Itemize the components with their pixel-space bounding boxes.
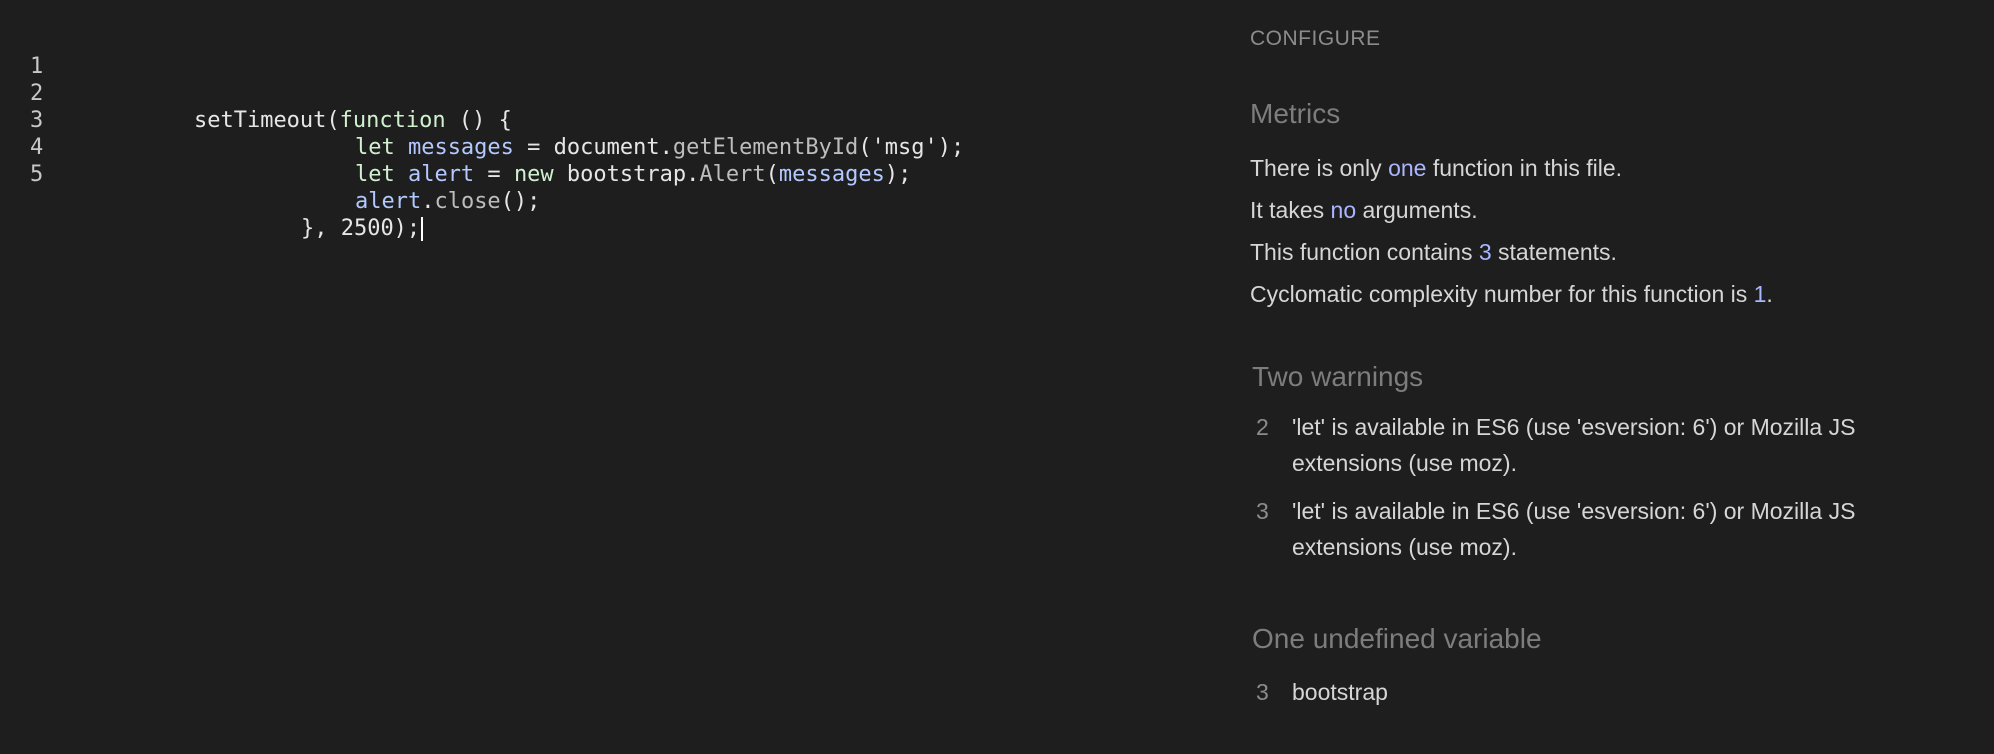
code-token: . xyxy=(421,189,435,214)
code-token: ); xyxy=(884,162,912,187)
code-token: close xyxy=(434,189,501,214)
code-line-2[interactable]: 2 let messages = document.getElementById… xyxy=(0,53,964,160)
warning-text: 'let' is available in ES6 (use 'esversio… xyxy=(1292,414,1856,476)
code-line-1[interactable]: 1 setTimeout(function () { xyxy=(0,26,512,133)
code-line-3[interactable]: 3 let alert = new bootstrap.Alert(messag… xyxy=(0,80,911,187)
code-text: }, 2500); xyxy=(195,188,424,269)
metric-cyclomatic: Cyclomatic complexity number for this fu… xyxy=(1250,281,1773,308)
code-token: }, 2500); xyxy=(300,216,421,241)
code-line-4[interactable]: 4 alert.close(); xyxy=(0,107,540,214)
warnings-title: Two warnings xyxy=(1252,361,1424,392)
metric-value: one xyxy=(1388,155,1427,181)
code-token: ( xyxy=(765,162,779,187)
metric-arguments: It takes no arguments. xyxy=(1250,197,1478,224)
metric-text: function in this file. xyxy=(1426,155,1623,181)
line-number: 5 xyxy=(30,162,44,187)
undefined-line-link[interactable]: 3 xyxy=(1256,674,1269,710)
code-editor[interactable]: 1 setTimeout(function () { 2 let message… xyxy=(0,0,1220,754)
metric-text: There is only xyxy=(1250,155,1389,181)
metric-value: 1 xyxy=(1753,281,1767,307)
metric-text: Cyclomatic complexity number for this fu… xyxy=(1250,281,1754,307)
code-line-5[interactable]: 5 }, 2500); xyxy=(0,134,424,241)
code-token: Alert xyxy=(699,162,766,187)
code-token: messages xyxy=(778,162,885,187)
metric-text: . xyxy=(1766,281,1773,307)
text-cursor xyxy=(421,217,424,241)
code-token: (); xyxy=(500,189,541,214)
configure-link[interactable]: CONFIGURE xyxy=(1250,27,1381,51)
metric-value: 3 xyxy=(1478,239,1492,265)
metric-text: This function contains xyxy=(1250,239,1479,265)
warning-line-link[interactable]: 3 xyxy=(1256,493,1269,529)
undefined-variable-name: bootstrap xyxy=(1292,679,1388,705)
warning-line-link[interactable]: 2 xyxy=(1256,409,1269,445)
warning-text: 'let' is available in ES6 (use 'esversio… xyxy=(1292,498,1856,560)
metric-text: arguments. xyxy=(1356,197,1478,223)
report-panel: CONFIGURE Metrics There is only one func… xyxy=(1250,0,1970,754)
metric-text: statements. xyxy=(1491,239,1617,265)
metric-statements: This function contains 3 statements. xyxy=(1250,239,1617,266)
undefined-title: One undefined variable xyxy=(1252,623,1542,654)
metrics-title: Metrics xyxy=(1250,98,1341,129)
metric-text: It takes xyxy=(1250,197,1331,223)
metric-value: no xyxy=(1330,197,1357,223)
jshint-app: 1 setTimeout(function () { 2 let message… xyxy=(0,0,1994,754)
code-token: bootstrap. xyxy=(553,162,700,187)
metric-function-count: There is only one function in this file. xyxy=(1250,155,1622,182)
